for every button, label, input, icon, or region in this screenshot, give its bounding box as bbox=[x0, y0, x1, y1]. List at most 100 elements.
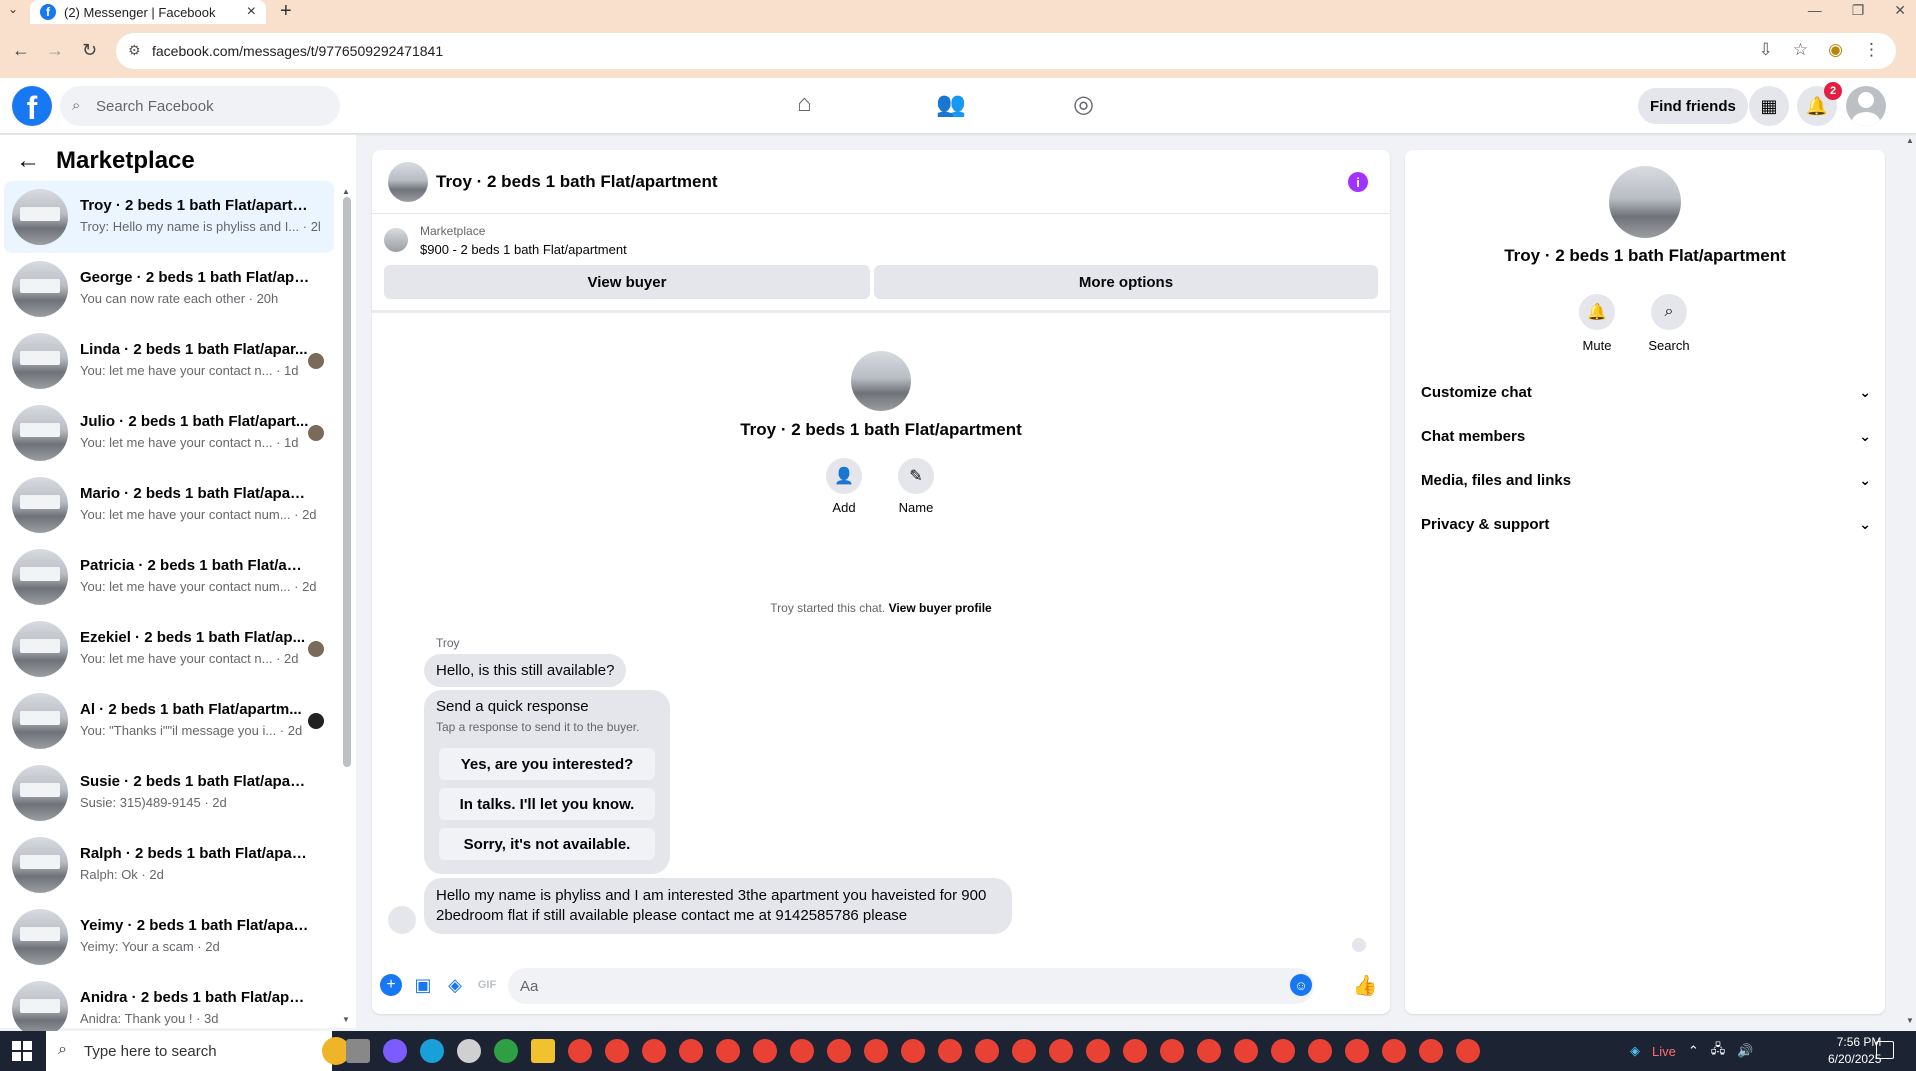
windows-start-icon[interactable] bbox=[12, 1041, 32, 1061]
back-arrow-icon[interactable]: ← bbox=[16, 147, 40, 175]
conversation-item[interactable]: Yeimy · 2 beds 1 bath Flat/apart... Yeim… bbox=[4, 901, 334, 973]
conversation-item[interactable]: Patricia · 2 beds 1 bath Flat/apar... Yo… bbox=[4, 541, 334, 613]
conversation-item[interactable]: Ezekiel · 2 beds 1 bath Flat/ap... You: … bbox=[4, 613, 334, 685]
file-explorer-icon[interactable] bbox=[531, 1039, 555, 1063]
conversation-item[interactable]: Mario · 2 beds 1 bath Flat/apart... You:… bbox=[4, 469, 334, 541]
scroll-up-arrow[interactable]: ▲ bbox=[342, 187, 350, 196]
plus-icon[interactable]: + bbox=[380, 974, 402, 996]
chrome-icon[interactable] bbox=[1419, 1039, 1443, 1063]
chrome-icon[interactable] bbox=[1123, 1039, 1147, 1063]
chrome-icon[interactable] bbox=[753, 1039, 777, 1063]
quick-response-option[interactable]: Yes, are you interested? bbox=[439, 748, 655, 780]
info-icon[interactable]: i bbox=[1348, 172, 1368, 192]
chrome-icon[interactable] bbox=[1271, 1039, 1295, 1063]
profile-icon[interactable]: ◉ bbox=[1828, 40, 1843, 60]
friends-icon[interactable]: 👥 bbox=[936, 90, 966, 119]
chrome-icon[interactable] bbox=[1308, 1039, 1332, 1063]
message-input[interactable]: Aa bbox=[508, 968, 1314, 1004]
tray-chevron-icon[interactable]: ⌃ bbox=[1688, 1043, 1699, 1059]
quick-response-option[interactable]: Sorry, it's not available. bbox=[439, 828, 655, 860]
chrome-icon[interactable] bbox=[642, 1039, 666, 1063]
conversation-item[interactable]: Ralph · 2 beds 1 bath Flat/apart... Ralp… bbox=[4, 829, 334, 901]
task-view-icon[interactable] bbox=[346, 1039, 370, 1063]
close-window-icon[interactable]: ✕ bbox=[1894, 2, 1906, 19]
conversation-item[interactable]: Troy · 2 beds 1 bath Flat/apartm... Troy… bbox=[4, 181, 334, 253]
site-info-icon[interactable]: ⚙ bbox=[128, 42, 141, 59]
name-action[interactable]: ✎ Name bbox=[886, 458, 946, 515]
chrome-icon[interactable] bbox=[790, 1039, 814, 1063]
live-label[interactable]: Live bbox=[1652, 1044, 1676, 1059]
find-friends-button[interactable]: Find friends bbox=[1638, 88, 1748, 124]
volume-icon[interactable]: 🔊 bbox=[1737, 1043, 1753, 1059]
quick-response-option[interactable]: In talks. I'll let you know. bbox=[439, 788, 655, 820]
chrome-icon[interactable] bbox=[1012, 1039, 1036, 1063]
chrome-icon[interactable] bbox=[1456, 1039, 1480, 1063]
more-options-button[interactable]: More options bbox=[874, 265, 1378, 299]
install-app-icon[interactable]: ⇩ bbox=[1759, 40, 1773, 60]
live-icon[interactable]: ◈ bbox=[1630, 1043, 1640, 1059]
chrome-icon[interactable] bbox=[827, 1039, 851, 1063]
close-tab-icon[interactable]: × bbox=[247, 3, 256, 21]
chat-members-section[interactable]: Chat members ⌄ bbox=[1421, 414, 1871, 458]
notification-center-icon[interactable] bbox=[1876, 1041, 1894, 1059]
app-icon[interactable] bbox=[457, 1039, 481, 1063]
gif-icon[interactable]: GIF bbox=[476, 974, 498, 996]
chrome-icon[interactable] bbox=[975, 1039, 999, 1063]
privacy-support-section[interactable]: Privacy & support ⌄ bbox=[1421, 502, 1871, 546]
menu-kebab-icon[interactable]: ⋮ bbox=[1863, 40, 1880, 60]
view-buyer-button[interactable]: View buyer bbox=[384, 265, 870, 299]
taskbar-search-input[interactable]: ⌕ Type here to search bbox=[46, 1031, 350, 1071]
conversation-item[interactable]: Al · 2 beds 1 bath Flat/apartm... You: "… bbox=[4, 685, 334, 757]
copilot-icon[interactable] bbox=[383, 1039, 407, 1063]
forward-icon[interactable]: → bbox=[46, 40, 64, 61]
thumbs-up-icon[interactable]: 👍 bbox=[1353, 974, 1378, 997]
conversation-item[interactable]: Julio · 2 beds 1 bath Flat/apart... You:… bbox=[4, 397, 334, 469]
media-files-section[interactable]: Media, files and links ⌄ bbox=[1421, 458, 1871, 502]
chrome-icon[interactable] bbox=[1086, 1039, 1110, 1063]
facebook-search-input[interactable]: ⌕ Search Facebook bbox=[60, 86, 340, 126]
chrome-icon[interactable] bbox=[901, 1039, 925, 1063]
chrome-icon[interactable] bbox=[938, 1039, 962, 1063]
groups-icon[interactable]: ◎ bbox=[1073, 90, 1094, 119]
menu-grid-icon[interactable]: ▦ bbox=[1749, 86, 1789, 126]
page-scroll-up-arrow[interactable]: ▲ bbox=[1906, 136, 1914, 145]
emoji-icon[interactable]: ☺ bbox=[1290, 974, 1312, 996]
reload-icon[interactable]: ↻ bbox=[82, 40, 97, 61]
chrome-icon[interactable] bbox=[679, 1039, 703, 1063]
scroll-down-arrow[interactable]: ▼ bbox=[342, 1015, 350, 1024]
add-action[interactable]: 👤 Add bbox=[814, 458, 874, 515]
conversation-item[interactable]: Linda · 2 beds 1 bath Flat/apar... You: … bbox=[4, 325, 334, 397]
chrome-icon[interactable] bbox=[1382, 1039, 1406, 1063]
photo-icon[interactable]: ▣ bbox=[412, 974, 434, 996]
facebook-logo[interactable]: f bbox=[12, 86, 52, 126]
chrome-icon[interactable] bbox=[605, 1039, 629, 1063]
chrome-icon[interactable] bbox=[1234, 1039, 1258, 1063]
browser-tab[interactable]: f (2) Messenger | Facebook × bbox=[30, 0, 266, 24]
minimize-icon[interactable]: — bbox=[1808, 2, 1822, 19]
url-field[interactable]: ⚙ facebook.com/messages/t/97765092924718… bbox=[116, 33, 1896, 69]
network-icon[interactable]: 🖧 bbox=[1711, 1040, 1726, 1062]
back-icon[interactable]: ← bbox=[12, 40, 30, 61]
view-buyer-profile-link[interactable]: View buyer profile bbox=[889, 601, 992, 615]
chrome-icon[interactable] bbox=[1049, 1039, 1073, 1063]
chat-thumbnail[interactable] bbox=[388, 162, 428, 202]
chat-title[interactable]: Troy · 2 beds 1 bath Flat/apartment bbox=[436, 172, 718, 192]
chrome-icon[interactable] bbox=[864, 1039, 888, 1063]
chrome-icon[interactable] bbox=[494, 1039, 518, 1063]
chrome-icon[interactable] bbox=[1345, 1039, 1369, 1063]
page-scroll-down-arrow[interactable]: ▼ bbox=[1906, 1016, 1914, 1025]
customize-chat-section[interactable]: Customize chat ⌄ bbox=[1421, 370, 1871, 414]
new-tab-icon[interactable]: + bbox=[280, 0, 292, 22]
home-icon[interactable]: ⌂ bbox=[797, 90, 812, 118]
chrome-icon[interactable] bbox=[1197, 1039, 1221, 1063]
conversation-item[interactable]: George · 2 beds 1 bath Flat/apar... You … bbox=[4, 253, 334, 325]
chrome-icon[interactable] bbox=[1160, 1039, 1184, 1063]
account-avatar[interactable] bbox=[1846, 86, 1886, 126]
sticker-icon[interactable]: ◈ bbox=[444, 974, 466, 996]
mute-action[interactable]: 🔔 Mute bbox=[1567, 294, 1627, 353]
restore-icon[interactable]: ❐ bbox=[1852, 2, 1865, 19]
clock[interactable]: 7:56 PM 6/20/2025 bbox=[1828, 1034, 1881, 1068]
conversation-item[interactable]: Susie · 2 beds 1 bath Flat/apart... Susi… bbox=[4, 757, 334, 829]
chrome-icon[interactable] bbox=[716, 1039, 740, 1063]
sidebar-scrollbar[interactable] bbox=[343, 197, 351, 767]
